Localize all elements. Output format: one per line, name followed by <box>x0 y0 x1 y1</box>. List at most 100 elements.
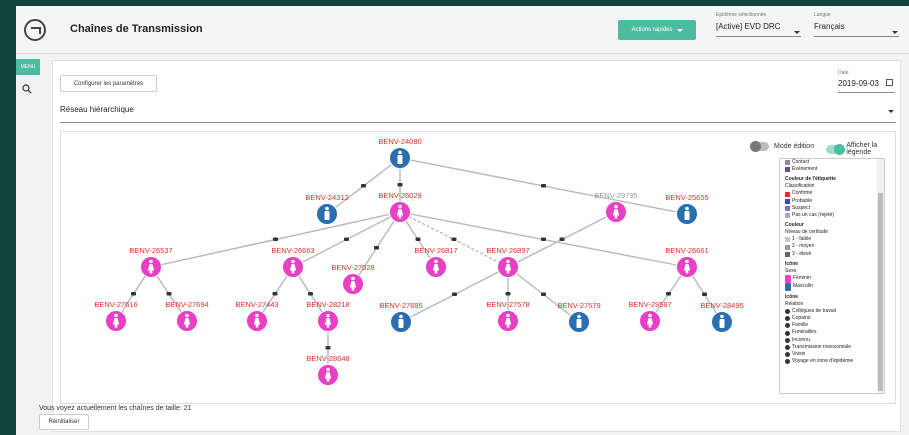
configure-settings-button[interactable]: Configurer les paramètres <box>60 75 157 92</box>
legend-item: Probable <box>785 198 877 205</box>
node-label: BENV-28648 <box>306 354 349 363</box>
reset-button[interactable]: Réinitialiser <box>39 414 89 430</box>
legend-item: Copains <box>785 315 877 322</box>
node-label: BENV-27579 <box>557 301 600 310</box>
menu-button[interactable]: MENU <box>16 59 40 75</box>
chain-size-text: Vous voyez actuellement les chaînes de t… <box>39 405 192 412</box>
edit-mode-toggle[interactable]: Mode édition <box>750 141 815 152</box>
legend-scrollbar[interactable] <box>877 159 884 393</box>
language-select-value: Français <box>814 22 845 31</box>
language-select[interactable]: Langue Français <box>814 12 899 37</box>
graph-node[interactable]: BENV-27028 <box>331 263 375 295</box>
family-icon <box>785 323 790 329</box>
relation-icon <box>541 237 546 241</box>
chevron-down-icon <box>892 31 898 34</box>
edit-mode-label: Mode édition <box>774 143 815 150</box>
graph-node[interactable]: BENV-24080 <box>378 137 422 169</box>
calendar-icon[interactable] <box>886 79 893 86</box>
graph-node[interactable]: BENV-29795 <box>594 191 638 223</box>
briefcase-icon <box>785 308 790 314</box>
chevron-down-icon[interactable] <box>888 110 894 113</box>
relation-icon <box>702 292 707 296</box>
node-label: BENV-26661 <box>665 246 708 255</box>
legend-item: Voyage en zone d'épidémie <box>785 358 877 365</box>
graph-canvas[interactable]: BENV-24080 BENV-24312 BENV-26029 BENV-29795… <box>61 132 897 405</box>
legend-item: Masculin <box>785 282 877 291</box>
graph-node[interactable]: BENV-25655 <box>665 193 709 225</box>
node-label: BENV-24312 <box>305 193 348 202</box>
node-label: BENV-27578 <box>486 300 529 309</box>
node-label: BENV-26897 <box>486 246 529 255</box>
legend-item: Inconnu <box>785 337 877 344</box>
app-logo-icon[interactable] <box>24 19 46 41</box>
chevron-down-icon <box>794 31 800 34</box>
node-label: BENV-25655 <box>665 193 708 202</box>
legend-section-title: Icône <box>785 260 799 267</box>
legend-section-title: Couleur <box>785 222 804 229</box>
legend-subtitle: Classification <box>785 183 815 190</box>
show-legend-label: Afficher la légende <box>846 142 878 156</box>
node-label: BENV-29587 <box>628 300 671 309</box>
outbreak-select-value: [Active] EVD DRC <box>716 22 781 31</box>
legend-subtitle: Relation <box>785 300 804 307</box>
friends-icon <box>785 316 790 322</box>
outbreak-select-label: Epidémie sélectionnée <box>716 12 767 18</box>
graph-node[interactable]: BENV-29587 <box>628 300 672 332</box>
graph-node[interactable]: BENV-26897 <box>486 246 530 278</box>
legend-item: Famille <box>785 322 877 329</box>
relation-icon <box>131 292 136 296</box>
search-icon[interactable] <box>22 84 32 94</box>
legend-item: Confirmé <box>785 190 877 197</box>
graph-node[interactable]: BENV-27694 <box>165 300 209 332</box>
neighbour-icon <box>785 352 790 358</box>
show-legend-toggle[interactable]: Afficher la légende <box>826 142 895 156</box>
top-bar: Chaînes de Transmission Actions rapides … <box>16 6 909 54</box>
legend-item: Transmission nosocomiale <box>785 344 877 351</box>
graph-node[interactable]: BENV-27578 <box>486 300 530 332</box>
sidebar: MENU <box>16 54 42 435</box>
legend-subtitle: Niveau de certitude <box>785 229 829 236</box>
node-label: BENV-27616 <box>94 300 137 309</box>
graph-node[interactable]: BENV-27616 <box>94 300 138 332</box>
graph-node[interactable]: BENV-26817 <box>414 246 458 278</box>
relation-icon <box>397 183 403 187</box>
legend-panel: Contact Événement Couleur de l'étiquette Cl… <box>779 158 885 394</box>
graph-node[interactable]: BENV-28648 <box>306 354 350 386</box>
graph-node[interactable]: BENV-27695 <box>379 301 423 333</box>
relation-icon <box>451 237 457 241</box>
legend-section-title: Couleur de l'étiquette <box>785 176 836 183</box>
relation-icon <box>452 292 457 296</box>
graph-node[interactable]: BENV-26537 <box>129 246 173 278</box>
date-input[interactable]: 2019-09-03 <box>838 79 879 88</box>
relation-icon <box>344 237 349 241</box>
relation-icon <box>325 346 331 350</box>
page-title: Chaînes de Transmission <box>70 23 203 35</box>
graph-node[interactable]: BENV-27579 <box>557 301 601 333</box>
relation-icon <box>541 292 546 296</box>
legend-item: 3 - élevé <box>785 251 877 258</box>
graph-node[interactable]: BENV-26661 <box>665 246 709 278</box>
app-window: Chaînes de Transmission Actions rapides … <box>16 6 909 435</box>
graph-node[interactable]: BENV-24312 <box>305 193 349 225</box>
male-person-icon <box>397 150 403 164</box>
node-label: BENV-26029 <box>378 191 421 200</box>
node-label: BENV-27443 <box>235 300 278 309</box>
legend-section-title: Icône <box>785 293 799 300</box>
network-view-select[interactable]: Réseau hiérarchique <box>60 105 134 114</box>
quick-actions-button[interactable]: Actions rapides <box>618 20 696 40</box>
graph-node[interactable]: BENV-28218 <box>306 300 350 332</box>
quick-actions-label: Actions rapides <box>631 27 673 33</box>
legend-item: Événement <box>785 166 877 173</box>
male-person-icon <box>719 314 725 328</box>
graph-node[interactable]: BENV-26663 <box>271 246 315 278</box>
node-label: BENV-27695 <box>379 301 422 310</box>
transmission-graph[interactable]: BENV-24080 BENV-24312 BENV-26029 BENV-29795… <box>60 131 896 404</box>
outbreak-select[interactable]: Epidémie sélectionnée [Active] EVD DRC <box>716 12 801 37</box>
male-person-icon <box>324 206 330 220</box>
graph-node[interactable]: BENV-26029 <box>378 191 422 223</box>
graph-node[interactable]: BENV-27443 <box>235 300 279 332</box>
graph-node[interactable]: BENV-28495 <box>700 301 744 333</box>
relation-icon <box>666 292 671 296</box>
relation-icon <box>541 184 546 188</box>
legend-item: 2 - moyen <box>785 243 877 250</box>
